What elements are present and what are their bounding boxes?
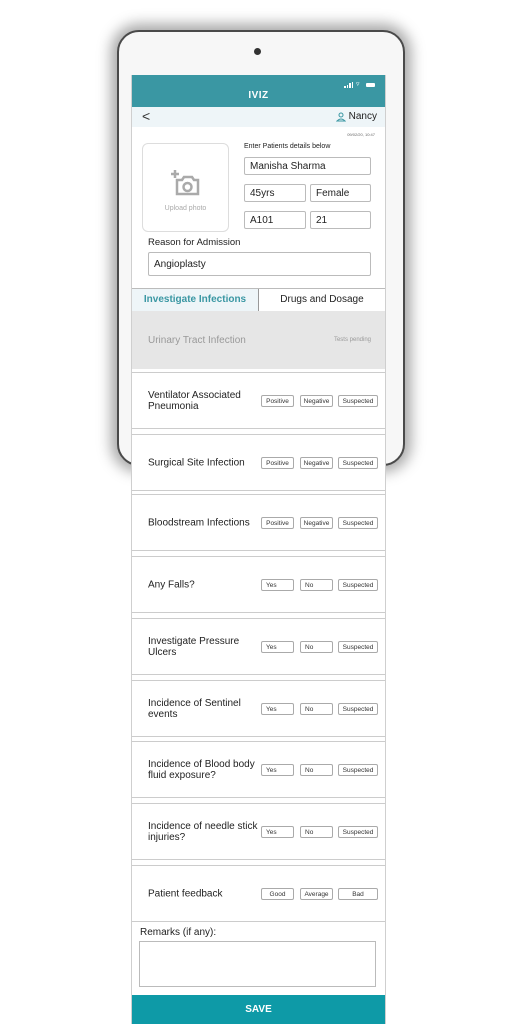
uti-row[interactable]: Urinary Tract Infection Tests pending <box>132 311 385 369</box>
patient-name-field[interactable]: Manisha Sharma <box>244 157 371 175</box>
question-label: Patient feedback <box>148 888 223 899</box>
question-row: Investigate Pressure Ulcers Yes No Suspecte… <box>132 618 385 675</box>
option-negative-button[interactable]: Negative <box>300 516 333 529</box>
upload-photo-button[interactable]: Upload photo <box>142 143 229 232</box>
user-name: Nancy <box>348 111 377 122</box>
camera-dot <box>254 48 261 55</box>
option-no-button[interactable]: No <box>300 825 333 838</box>
back-button[interactable]: < <box>142 108 150 124</box>
tab-drugs-and-dosage[interactable]: Drugs and Dosage <box>259 289 385 311</box>
bed-field[interactable]: 21 <box>310 211 371 229</box>
tab-investigate-infections[interactable]: Investigate Infections <box>132 289 259 311</box>
signal-icon <box>344 82 353 88</box>
option-bad-button[interactable]: Bad <box>338 887 378 900</box>
option-positive-button[interactable]: Positive <box>261 456 294 469</box>
option-suspected-button[interactable]: Suspected <box>338 516 378 529</box>
nav-bar: < Nancy <box>132 107 385 127</box>
option-average-button[interactable]: Average <box>300 887 333 900</box>
option-suspected-button[interactable]: Suspected <box>338 640 378 653</box>
option-yes-button[interactable]: Yes <box>261 640 294 653</box>
status-icons: ▿ <box>344 81 375 88</box>
app-title: IVIZ <box>248 90 269 101</box>
question-row: Incidence of Blood body fluid exposure? Y… <box>132 741 385 798</box>
option-negative-button[interactable]: Negative <box>300 456 333 469</box>
timestamp: 09/02/20, 10:47 <box>347 132 375 137</box>
option-suspected-button[interactable]: Suspected <box>338 763 378 776</box>
instruction-label: Enter Patients details below <box>244 143 331 150</box>
user-menu[interactable]: Nancy <box>335 111 377 122</box>
uti-status: Tests pending <box>333 337 371 343</box>
option-no-button[interactable]: No <box>300 640 333 653</box>
option-negative-button[interactable]: Negative <box>300 394 333 407</box>
reason-field[interactable]: Angioplasty <box>148 252 371 276</box>
option-yes-button[interactable]: Yes <box>261 578 294 591</box>
option-suspected-button[interactable]: Suspected <box>338 702 378 715</box>
question-label: Ventilator Associated Pneumonia <box>148 389 241 412</box>
app-screen: ▿ IVIZ < Nancy 09/02/20, 10:47 Enter Pat… <box>131 75 386 1024</box>
remarks-label: Remarks (if any): <box>140 927 217 938</box>
option-yes-button[interactable]: Yes <box>261 825 294 838</box>
option-no-button[interactable]: No <box>300 702 333 715</box>
remarks-input[interactable] <box>139 941 376 987</box>
question-row: Incidence of needle stick injuries? Yes No… <box>132 803 385 860</box>
question-row: Ventilator Associated Pneumonia Positive N… <box>132 372 385 429</box>
question-row: Bloodstream Infections Positive Negative Su… <box>132 494 385 551</box>
wifi-icon: ▿ <box>356 81 360 88</box>
upload-photo-label: Upload photo <box>164 205 207 212</box>
option-yes-button[interactable]: Yes <box>261 763 294 776</box>
uti-name: Urinary Tract Infection <box>148 335 246 346</box>
question-row: Incidence of Sentinel events Yes No Suspect… <box>132 680 385 737</box>
question-label: Incidence of Sentinel events <box>148 697 241 720</box>
reason-label: Reason for Admission <box>148 237 241 248</box>
question-label: Bloodstream Infections <box>148 517 250 528</box>
add-camera-icon <box>170 170 199 196</box>
option-good-button[interactable]: Good <box>261 887 294 900</box>
option-no-button[interactable]: No <box>300 578 333 591</box>
question-row: Patient feedback Good Average Bad <box>132 865 385 922</box>
question-label: Incidence of Blood body fluid exposure? <box>148 758 255 781</box>
question-label: Any Falls? <box>148 579 195 590</box>
save-button[interactable]: SAVE <box>132 995 385 1024</box>
question-label: Surgical Site Infection <box>148 457 245 468</box>
tab-bar: Investigate Infections Drugs and Dosage <box>132 288 385 312</box>
option-suspected-button[interactable]: Suspected <box>338 394 378 407</box>
user-icon <box>335 112 346 121</box>
question-label: Investigate Pressure Ulcers <box>148 635 240 658</box>
ward-field[interactable]: A101 <box>244 211 306 229</box>
top-bar: ▿ IVIZ <box>132 75 385 107</box>
option-suspected-button[interactable]: Suspected <box>338 456 378 469</box>
option-suspected-button[interactable]: Suspected <box>338 578 378 591</box>
question-row: Surgical Site Infection Positive Negative S… <box>132 434 385 491</box>
age-field[interactable]: 45yrs <box>244 184 306 202</box>
question-label: Incidence of needle stick injuries? <box>148 820 258 843</box>
option-yes-button[interactable]: Yes <box>261 702 294 715</box>
question-row: Any Falls? Yes No Suspected <box>132 556 385 613</box>
option-suspected-button[interactable]: Suspected <box>338 825 378 838</box>
option-positive-button[interactable]: Positive <box>261 394 294 407</box>
option-positive-button[interactable]: Positive <box>261 516 294 529</box>
battery-icon <box>366 83 375 87</box>
gender-field[interactable]: Female <box>310 184 371 202</box>
option-no-button[interactable]: No <box>300 763 333 776</box>
